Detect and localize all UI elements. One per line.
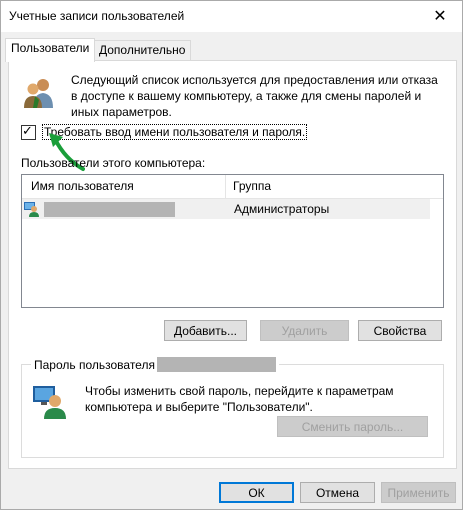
remove-button[interactable]: Удалить [260, 320, 349, 341]
password-user-icon [33, 386, 66, 419]
close-icon: ✕ [433, 8, 447, 25]
apply-button[interactable]: Применить [381, 482, 456, 503]
column-header-group[interactable]: Группа [233, 179, 271, 193]
group-title-redacted [156, 357, 276, 372]
close-button[interactable]: ✕ [418, 1, 462, 31]
tab-advanced[interactable]: Дополнительно [93, 40, 192, 61]
properties-button[interactable]: Свойства [358, 320, 442, 341]
user-row[interactable]: Администраторы [22, 199, 430, 219]
users-tab-panel: Следующий список используется для предос… [8, 60, 457, 469]
tab-users[interactable]: Пользователи [5, 38, 96, 62]
dialog-window: Учетные записи пользователей ✕ Пользоват… [0, 0, 463, 510]
title-bar: Учетные записи пользователей ✕ [1, 1, 462, 32]
change-password-button[interactable]: Сменить пароль... [277, 416, 428, 437]
password-group-title-text: Пароль пользователя [34, 357, 155, 372]
user-row-icon [24, 202, 39, 217]
password-group-title: Пароль пользователя [31, 357, 279, 372]
window-title: Учетные записи пользователей [9, 9, 185, 23]
users-icon [24, 79, 53, 108]
column-divider[interactable] [225, 175, 226, 198]
require-login-checkbox[interactable]: ✓ [21, 122, 36, 140]
description-text: Следующий список используется для предос… [71, 73, 438, 119]
tab-advanced-label: Дополнительно [99, 43, 186, 57]
password-hint-text: Чтобы изменить свой пароль, перейдите к … [85, 384, 394, 414]
ok-button[interactable]: ОК [219, 482, 294, 503]
cancel-button[interactable]: Отмена [300, 482, 375, 503]
check-icon: ✓ [22, 122, 33, 138]
users-list[interactable]: Имя пользователя Группа Администраторы [21, 174, 444, 308]
add-button[interactable]: Добавить... [164, 320, 247, 341]
users-list-label: Пользователи этого компьютера: [21, 156, 206, 170]
username-redacted [44, 202, 175, 217]
list-header: Имя пользователя Группа [22, 175, 443, 199]
tab-users-label: Пользователи [11, 41, 90, 55]
column-header-username[interactable]: Имя пользователя [31, 179, 134, 193]
user-group: Администраторы [234, 202, 330, 216]
